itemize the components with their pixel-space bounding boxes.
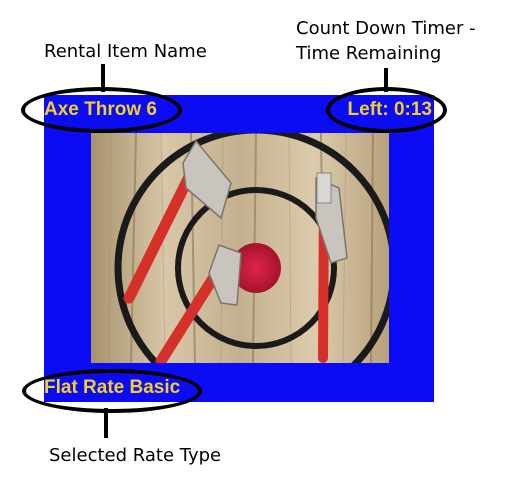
annotation-selected-rate-type: Selected Rate Type: [49, 445, 222, 466]
annotation-countdown-line2: Time Remaining: [296, 43, 442, 64]
annotation-rental-item-name: Rental Item Name: [44, 41, 207, 62]
annotation-countdown-line1: Count Down Timer -: [296, 18, 476, 39]
highlight-ellipse-timer: [326, 87, 447, 133]
rental-screen: Axe Throw 6 Left: 0:13 Flat Rate Basic: [44, 95, 434, 402]
highlight-ellipse-item-name: [21, 87, 182, 133]
highlight-ellipse-rate-type: [22, 369, 202, 413]
axes-in-wooden-target-image: [91, 133, 389, 363]
